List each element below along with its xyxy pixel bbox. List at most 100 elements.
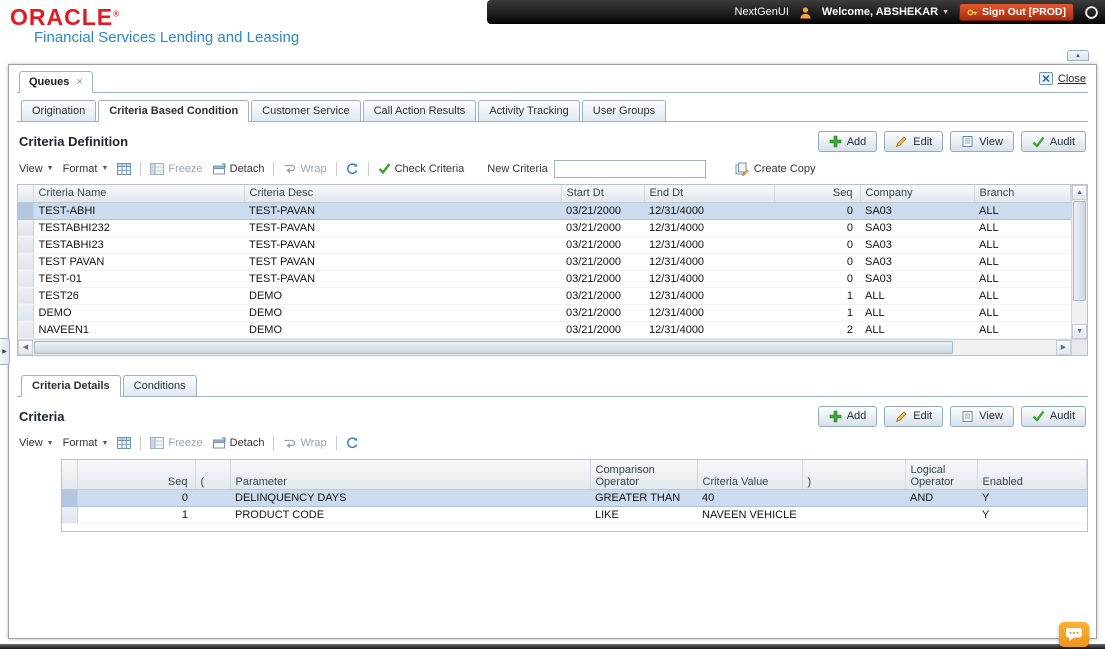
row-selector[interactable] [18, 236, 33, 253]
row-selector[interactable] [62, 507, 77, 524]
user-menu[interactable]: Welcome, ABSHEKAR ▼ [822, 6, 949, 18]
cell[interactable]: DEMO [244, 304, 561, 321]
cell[interactable]: DEMO [244, 287, 561, 304]
column-header-open-paren[interactable]: ( [195, 460, 230, 490]
tab-criteria-details[interactable]: Criteria Details [21, 375, 121, 397]
cell[interactable]: 12/31/4000 [644, 270, 774, 287]
cell[interactable]: Y [977, 490, 1087, 507]
check-criteria-button[interactable]: Check Criteria [378, 163, 465, 175]
cell[interactable]: 0 [774, 219, 860, 236]
refresh-button[interactable] [346, 437, 359, 449]
horizontal-scrollbar[interactable]: ◀ ▶ [18, 339, 1087, 355]
vertical-scrollbar-thumb[interactable] [1073, 201, 1086, 301]
scroll-up-button[interactable]: ▲ [1072, 185, 1087, 200]
cell[interactable]: 40 [697, 490, 802, 507]
cell[interactable]: AND [905, 490, 977, 507]
cell[interactable]: 0 [774, 236, 860, 253]
freeze-button[interactable]: Freeze [150, 437, 202, 449]
cd-audit-button[interactable]: Audit [1021, 131, 1086, 152]
table-row[interactable]: TEST PAVANTEST PAVAN03/21/200012/31/4000… [18, 253, 1071, 270]
column-header-start-dt[interactable]: Start Dt [561, 185, 644, 202]
column-header-logical-operator[interactable]: Logical Operator [905, 460, 977, 490]
collapse-panel-button[interactable]: ▲ [1067, 50, 1089, 61]
cell[interactable]: TEST-PAVAN [244, 219, 561, 236]
detach-button[interactable]: Detach [212, 163, 265, 175]
row-selector[interactable] [18, 304, 33, 321]
tab-customer-service[interactable]: Customer Service [251, 100, 360, 122]
cell[interactable]: TEST PAVAN [33, 253, 244, 270]
format-menu[interactable]: Format▼ [63, 437, 109, 449]
freeze-button[interactable]: Freeze [150, 163, 202, 175]
cell[interactable]: ALL [974, 202, 1071, 219]
c-audit-button[interactable]: Audit [1021, 406, 1086, 427]
table-row[interactable]: TESTABHI232TEST-PAVAN03/21/200012/31/400… [18, 219, 1071, 236]
cell[interactable]: 0 [77, 490, 195, 507]
cell[interactable]: TEST-PAVAN [244, 202, 561, 219]
detach-button[interactable]: Detach [212, 437, 265, 449]
cell[interactable]: 03/21/2000 [561, 321, 644, 338]
cd-view-button[interactable]: View [950, 131, 1014, 152]
table-row[interactable]: 0DELINQUENCY DAYSGREATER THAN40ANDY [62, 490, 1087, 507]
cell[interactable]: 03/21/2000 [561, 287, 644, 304]
cell[interactable]: 03/21/2000 [561, 304, 644, 321]
query-by-example-icon[interactable] [117, 163, 131, 175]
column-header-parameter[interactable]: Parameter [230, 460, 590, 490]
cell[interactable]: ALL [860, 321, 974, 338]
cell[interactable]: NAVEEN VEHICLE [697, 507, 802, 524]
table-row[interactable]: TEST26DEMO03/21/200012/31/40001ALLALL [18, 287, 1071, 304]
column-header-close-paren[interactable]: ) [802, 460, 905, 490]
tab-origination[interactable]: Origination [21, 100, 96, 122]
table-row[interactable]: DEMODEMO03/21/200012/31/40001ALLALL [18, 304, 1071, 321]
cell[interactable]: SA03 [860, 219, 974, 236]
scrollbar-track[interactable] [1072, 302, 1087, 324]
refresh-button[interactable] [346, 163, 359, 175]
cd-edit-button[interactable]: Edit [884, 131, 943, 152]
row-selector[interactable] [18, 270, 33, 287]
cell[interactable] [195, 507, 230, 524]
cell[interactable]: GREATER THAN [590, 490, 697, 507]
cell[interactable]: 03/21/2000 [561, 202, 644, 219]
scroll-left-button[interactable]: ◀ [18, 340, 33, 355]
column-header-enabled[interactable]: Enabled [977, 460, 1087, 490]
cell[interactable]: 0 [774, 253, 860, 270]
column-header-end-dt[interactable]: End Dt [644, 185, 774, 202]
cell[interactable]: 1 [774, 304, 860, 321]
column-header-comparison-operator[interactable]: Comparison Operator [590, 460, 697, 490]
cell[interactable]: SA03 [860, 202, 974, 219]
c-view-button[interactable]: View [950, 406, 1014, 427]
cell[interactable]: 12/31/4000 [644, 253, 774, 270]
column-header-company[interactable]: Company [860, 185, 974, 202]
cell[interactable]: NAVEEN1 [33, 321, 244, 338]
query-by-example-icon[interactable] [117, 437, 131, 449]
row-selector[interactable] [18, 287, 33, 304]
nextgenui-link[interactable]: NextGenUI [735, 6, 789, 18]
cell[interactable]: SA03 [860, 236, 974, 253]
table-row[interactable]: TEST-ABHITEST-PAVAN03/21/200012/31/40000… [18, 202, 1071, 219]
cell[interactable]: ALL [974, 321, 1071, 338]
cell[interactable]: 03/21/2000 [561, 270, 644, 287]
row-selector[interactable] [18, 219, 33, 236]
cell[interactable]: 0 [774, 202, 860, 219]
column-header-criteria-name[interactable]: Criteria Name [33, 185, 244, 202]
row-selector[interactable] [18, 321, 33, 338]
cell[interactable]: Y [977, 507, 1087, 524]
column-header-criteria-value[interactable]: Criteria Value [697, 460, 802, 490]
cell[interactable]: 12/31/4000 [644, 321, 774, 338]
column-header-seq[interactable]: Seq [77, 460, 195, 490]
cell[interactable] [802, 490, 905, 507]
column-header-seq[interactable]: Seq [774, 185, 860, 202]
cell[interactable]: SA03 [860, 253, 974, 270]
cell[interactable] [802, 507, 905, 524]
cell[interactable]: DEMO [244, 321, 561, 338]
cell[interactable]: TESTABHI23 [33, 236, 244, 253]
cell[interactable]: TEST26 [33, 287, 244, 304]
wrap-button[interactable]: Wrap [283, 437, 326, 449]
sign-out-button[interactable]: Sign Out [PROD] [959, 3, 1074, 21]
c-edit-button[interactable]: Edit [884, 406, 943, 427]
cell[interactable]: TEST-PAVAN [244, 236, 561, 253]
expand-left-pane-button[interactable]: ▶ [0, 338, 10, 365]
table-row[interactable]: NAVEEN1DEMO03/21/200012/31/40002ALLALL [18, 321, 1071, 338]
tab-call-action-results[interactable]: Call Action Results [363, 100, 477, 122]
view-menu[interactable]: View▼ [19, 437, 54, 449]
cell[interactable]: 1 [774, 287, 860, 304]
